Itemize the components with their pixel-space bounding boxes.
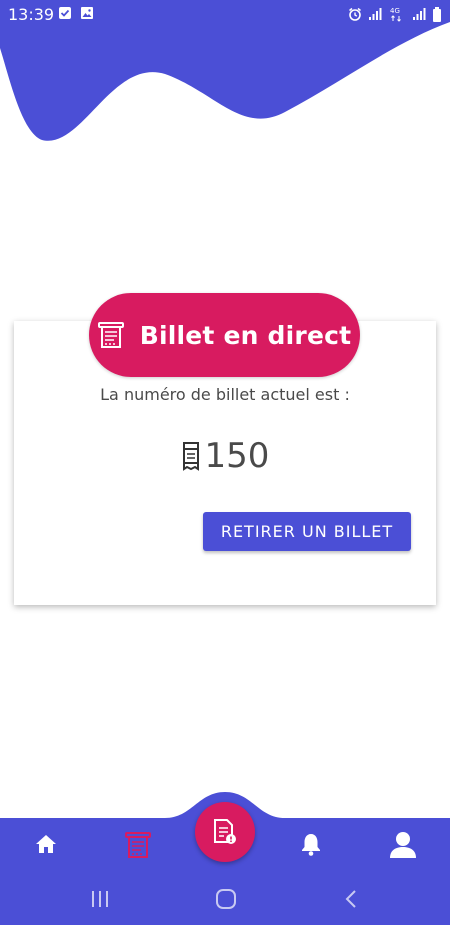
signal-icon [413, 8, 426, 20]
signal-icon [369, 8, 382, 20]
recents-icon[interactable] [90, 890, 110, 908]
network-label: 4G [390, 7, 400, 15]
receipt-icon [182, 442, 199, 471]
alarm-icon [349, 7, 361, 21]
back-icon[interactable] [344, 889, 358, 909]
ticket-machine-icon[interactable] [125, 831, 151, 859]
status-bar: 13:39 4G [0, 0, 450, 30]
checkbox-icon [59, 7, 71, 19]
ticket-machine-icon [97, 322, 124, 348]
card-header-pill: Billet en direct [89, 293, 360, 377]
card-title: Billet en direct [139, 320, 352, 350]
bell-icon[interactable] [300, 832, 322, 856]
battery-icon [433, 6, 441, 22]
current-ticket: 150 [0, 436, 450, 476]
report-icon [214, 819, 236, 844]
withdraw-ticket-button[interactable]: RETIRER UN BILLET [203, 512, 411, 551]
ticket-number: 150 [204, 436, 270, 476]
home-icon[interactable] [35, 834, 57, 854]
home-circle-icon[interactable] [215, 888, 237, 910]
user-icon[interactable] [389, 830, 417, 858]
image-icon [81, 7, 93, 19]
status-time: 13:39 [8, 5, 55, 24]
report-button[interactable] [195, 802, 255, 862]
network-4g-icon: 4G [390, 7, 401, 22]
ticket-subtitle: La numéro de billet actuel est : [100, 385, 350, 404]
